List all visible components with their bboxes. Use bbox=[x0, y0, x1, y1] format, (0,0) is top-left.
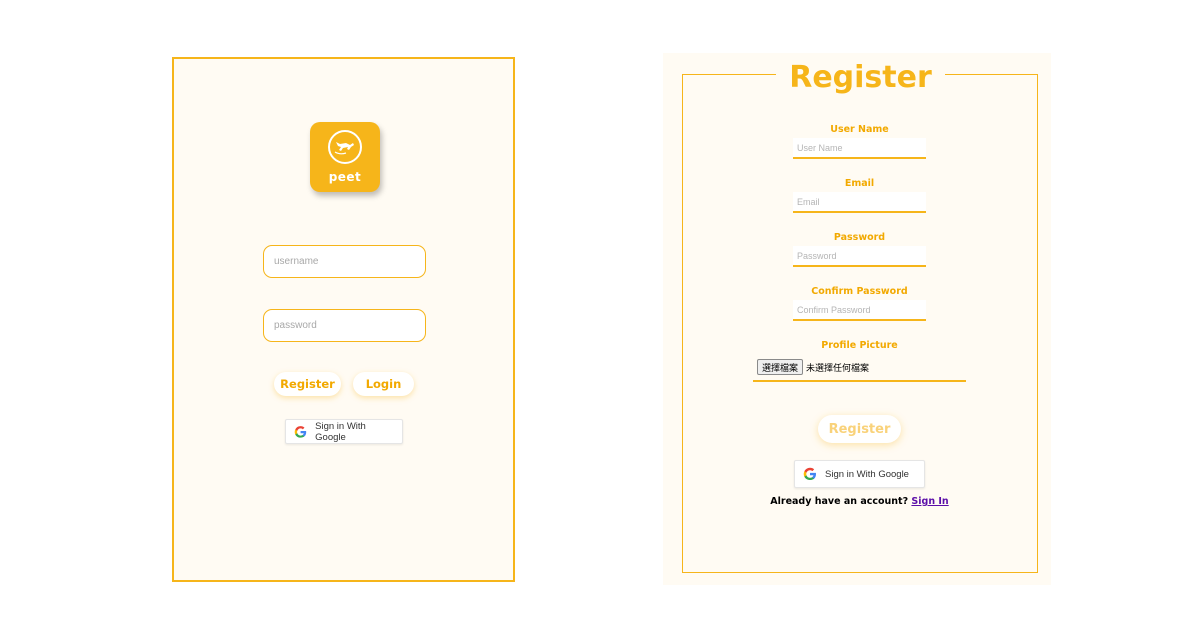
google-signin-label: Sign in With Google bbox=[825, 468, 909, 480]
register-email-input[interactable] bbox=[793, 192, 926, 213]
email-label: Email bbox=[844, 178, 875, 189]
signin-prompt: Already have an account? Sign In bbox=[743, 496, 976, 507]
logo-text: peet bbox=[328, 170, 362, 184]
choose-file-button[interactable]: 選擇檔案 bbox=[757, 359, 804, 375]
app-logo: peet bbox=[310, 122, 380, 192]
running-animal-icon bbox=[328, 130, 362, 164]
profile-picture-label: Profile Picture bbox=[821, 340, 898, 351]
register-password-input[interactable] bbox=[793, 246, 926, 267]
profile-picture-input: 選擇檔案 未選擇任何檔案 bbox=[757, 359, 869, 375]
signin-link[interactable]: Sign In bbox=[911, 496, 948, 507]
file-status: 未選擇任何檔案 bbox=[806, 363, 870, 374]
register-button[interactable]: Register bbox=[274, 372, 341, 396]
profile-picture-underline bbox=[753, 380, 966, 382]
google-signin-label: Sign in With Google bbox=[315, 420, 366, 443]
password-label: Password bbox=[833, 232, 886, 243]
account-prompt-text: Already have an account? bbox=[770, 496, 909, 507]
fieldset-border-right bbox=[945, 74, 1038, 75]
register-confirm-password-input[interactable] bbox=[793, 300, 926, 321]
confirm-password-label: Confirm Password bbox=[811, 286, 908, 297]
username-input[interactable] bbox=[263, 245, 426, 278]
register-submit-button[interactable]: Register bbox=[818, 415, 901, 443]
register-panel: Register User Name Email Password Confir… bbox=[663, 53, 1051, 585]
google-signin-button[interactable]: Sign in With Google bbox=[285, 419, 403, 444]
password-input[interactable] bbox=[263, 309, 426, 342]
register-title: Register bbox=[789, 60, 932, 95]
login-panel: peet Register Login Sign in With Google bbox=[172, 57, 515, 582]
register-username-input[interactable] bbox=[793, 138, 926, 159]
google-icon bbox=[294, 425, 307, 438]
fieldset-border-left bbox=[682, 74, 776, 75]
username-label: User Name bbox=[830, 124, 889, 135]
login-button[interactable]: Login bbox=[353, 372, 414, 396]
google-icon bbox=[803, 467, 816, 480]
register-google-signin-button[interactable]: Sign in With Google bbox=[794, 460, 925, 488]
